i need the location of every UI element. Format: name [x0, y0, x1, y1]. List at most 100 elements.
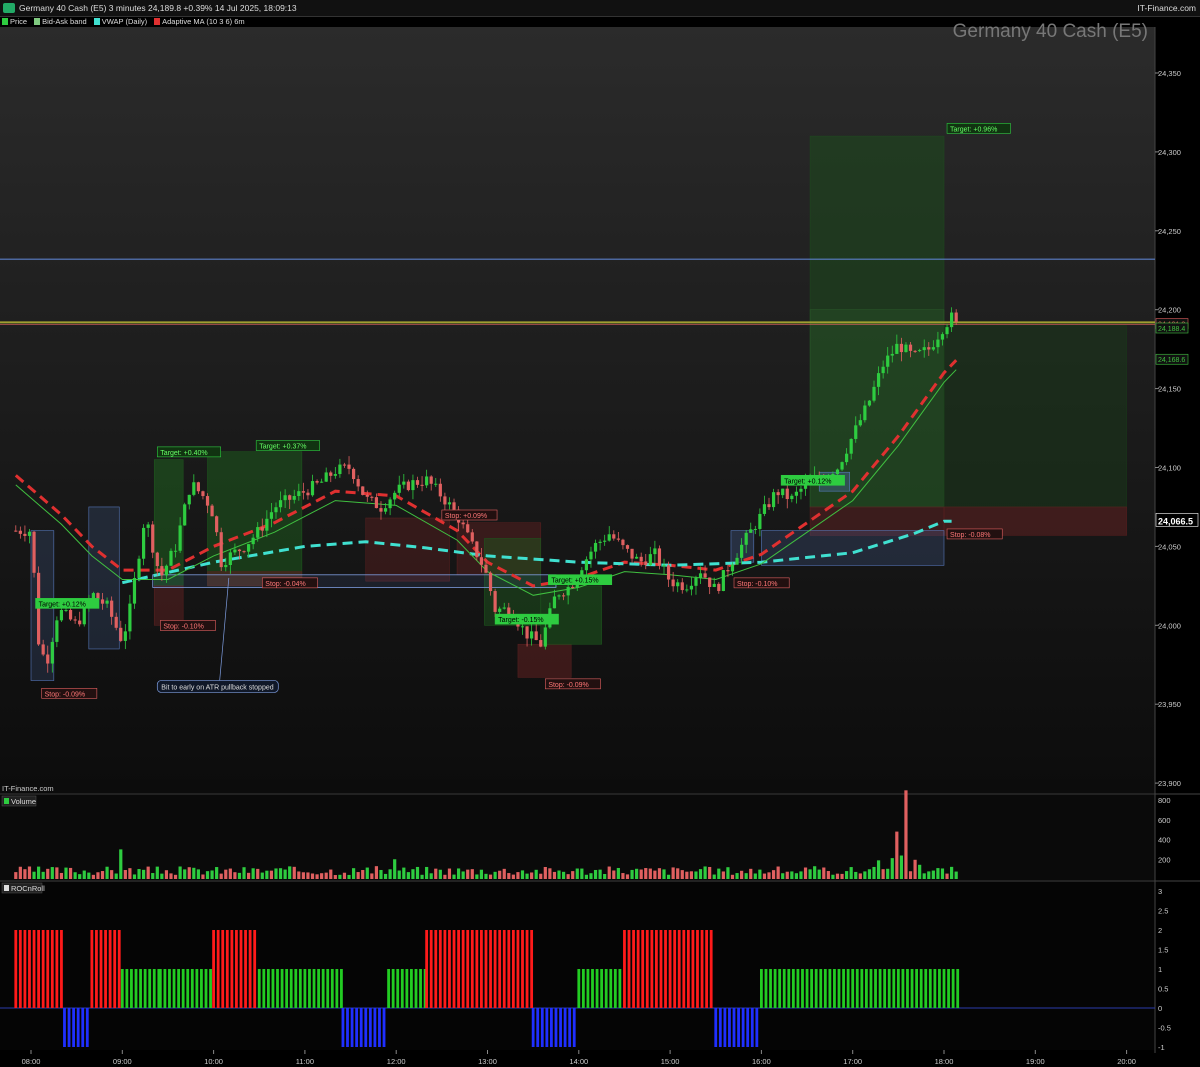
volume-bar [922, 873, 926, 879]
roc-bar [516, 930, 520, 1008]
volume-bar [233, 872, 237, 879]
candle-body [356, 479, 360, 487]
candle-body [78, 620, 82, 625]
candle-body [845, 453, 849, 463]
candle-body [616, 538, 620, 540]
roc-bar [668, 930, 672, 1008]
roc-bar [696, 930, 699, 1008]
volume-bar [803, 867, 808, 879]
volume-bar [644, 868, 648, 879]
roc-bar [108, 930, 112, 1008]
legend-swatch [34, 18, 41, 25]
candle-body [854, 425, 858, 439]
candle-body [557, 595, 561, 597]
roc-bar [253, 930, 257, 1008]
legend-label: Bid-Ask band [42, 17, 87, 26]
candle-body [447, 502, 452, 505]
volume-panel-label: Volume [11, 797, 36, 806]
legend-item[interactable]: VWAP (Daily) [92, 16, 147, 27]
volume-bar [703, 866, 707, 879]
roc-bar [235, 930, 238, 1008]
candle-body [452, 502, 456, 510]
time-tick-label: 15:00 [661, 1057, 680, 1066]
time-tick-label: 09:00 [113, 1057, 132, 1066]
site-link[interactable]: IT-Finance.com [1137, 0, 1196, 16]
volume-bar [612, 870, 616, 879]
volume-bar [530, 872, 534, 879]
target-label: Target: -0.15% [498, 617, 544, 624]
volume-bar [219, 873, 223, 879]
candle-body [895, 343, 899, 354]
stop-label: Stop: -0.08% [950, 532, 990, 539]
candle-body [625, 545, 630, 549]
volume-bar [858, 873, 862, 879]
roc-bar [244, 930, 247, 1008]
candle-body [776, 492, 780, 496]
roc-bar [641, 930, 645, 1008]
volume-bar [639, 869, 643, 879]
roc-bar [341, 1008, 345, 1047]
roc-bar [860, 969, 864, 1008]
volume-bar [205, 871, 210, 879]
candle-body [666, 565, 671, 580]
roc-bar [874, 969, 877, 1008]
roc-bar [837, 969, 841, 1008]
volume-bar [447, 868, 452, 879]
volume-bar [470, 869, 474, 879]
volume-bar [361, 870, 365, 879]
legend-item[interactable]: Price [0, 16, 27, 27]
volume-bar [767, 872, 771, 879]
volume-bar [571, 871, 575, 879]
price-marker-label: 24,168.6 [1158, 357, 1185, 364]
volume-bar [105, 866, 109, 879]
roc-bar [346, 1008, 349, 1047]
legend-item[interactable]: Adaptive MA (10 3 6) 6m [152, 16, 245, 27]
roc-bar [691, 930, 695, 1008]
roc-bar [125, 969, 129, 1008]
candle-body [32, 531, 36, 573]
volume-bar [406, 872, 410, 879]
candle-body [584, 559, 589, 571]
roc-bar [41, 930, 45, 1008]
volume-bar [301, 872, 305, 879]
roc-bar [938, 969, 941, 1008]
candle-body [561, 595, 566, 597]
volume-bar [662, 869, 666, 879]
volume-bar [584, 874, 589, 879]
roc-bar [737, 1008, 740, 1047]
volume-bar [479, 869, 484, 879]
volume-bar [735, 873, 739, 879]
volume-bar [215, 867, 219, 879]
volume-bar [128, 868, 132, 879]
volume-bar [543, 866, 547, 879]
candle-body [790, 495, 794, 500]
volume-bar [676, 868, 680, 879]
candle-body [169, 550, 173, 566]
candle-body [155, 552, 159, 567]
candle-body [23, 533, 27, 536]
volume-bar [781, 873, 785, 879]
roc-bar [368, 1008, 372, 1047]
candle-body [292, 495, 296, 500]
candle-body [100, 599, 105, 604]
time-tick-label: 12:00 [387, 1057, 406, 1066]
roc-bar [536, 1008, 540, 1047]
note-text: Bit to early on ATR pullback stopped [161, 684, 273, 691]
volume-bar [132, 874, 137, 879]
roc-bar [942, 969, 946, 1008]
price-marker-label: 24,066.5 [1158, 516, 1193, 526]
legend-item[interactable]: Bid-Ask band [32, 16, 87, 27]
volume-bar [183, 869, 187, 879]
candle-body [630, 548, 634, 559]
volume-bar [507, 873, 511, 879]
price-tick-label: 24,000 [1158, 621, 1181, 630]
volume-panel-bg [0, 795, 1155, 880]
volume-bar [854, 871, 858, 879]
roc-bar [23, 930, 27, 1008]
roc-bar [262, 969, 266, 1008]
time-tick-label: 18:00 [935, 1057, 954, 1066]
chart-canvas[interactable]: Germany 40 Cash (E5) IT-Finance.com Targ… [0, 0, 1200, 1067]
candle-body [251, 537, 255, 545]
roc-bar [466, 930, 470, 1008]
volume-bar [799, 871, 803, 879]
